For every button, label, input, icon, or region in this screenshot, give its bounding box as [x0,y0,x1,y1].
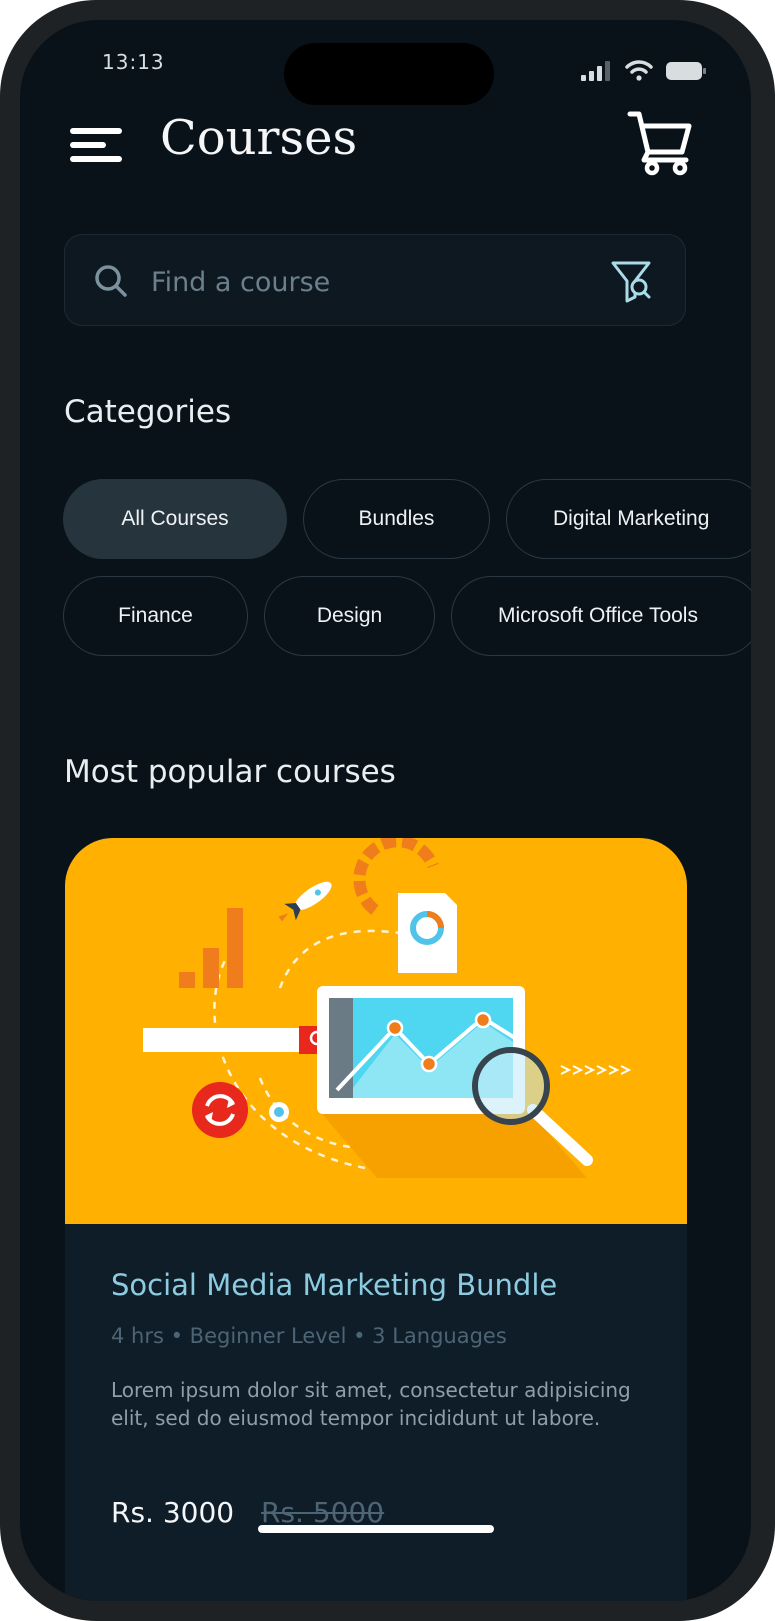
dynamic-island [284,43,494,105]
menu-icon[interactable] [70,128,126,168]
status-icons [581,60,707,81]
course-card[interactable]: Social Media Marketing Bundle 4 hrs • Be… [65,838,687,1601]
signal-icon [581,61,610,81]
category-chip-digital-marketing[interactable]: Digital Marketing [506,479,751,559]
home-indicator[interactable] [258,1525,494,1533]
category-chip-design[interactable]: Design [264,576,435,656]
search-icon [95,265,127,297]
filter-icon[interactable] [607,257,655,305]
popular-heading: Most popular courses [64,754,396,790]
course-image [65,838,687,1224]
wifi-icon [625,60,653,81]
course-meta: 4 hrs • Beginner Level • 3 Languages [111,1324,507,1348]
page-title: Courses [160,110,358,166]
course-title[interactable]: Social Media Marketing Bundle [111,1268,557,1302]
marketing-illustration [143,838,632,1178]
search-box [64,234,686,326]
course-price: Rs. 3000 [111,1496,235,1529]
course-description: Lorem ipsum dolor sit amet, consectetur … [111,1378,631,1430]
search-input[interactable] [149,257,593,307]
app-screen: 13:13 Courses Find a course Categories A… [20,20,751,1601]
battery-icon [666,62,706,80]
category-chip-finance[interactable]: Finance [63,576,248,656]
category-chip-microsoft-office-tools[interactable]: Microsoft Office Tools [451,576,751,656]
categories-heading: Categories [64,394,232,430]
category-chip-bundles[interactable]: Bundles [303,479,490,559]
cart-icon[interactable] [626,108,696,178]
status-time: 13:13 [102,50,165,74]
category-chip-all-courses[interactable]: All Courses [63,479,287,559]
